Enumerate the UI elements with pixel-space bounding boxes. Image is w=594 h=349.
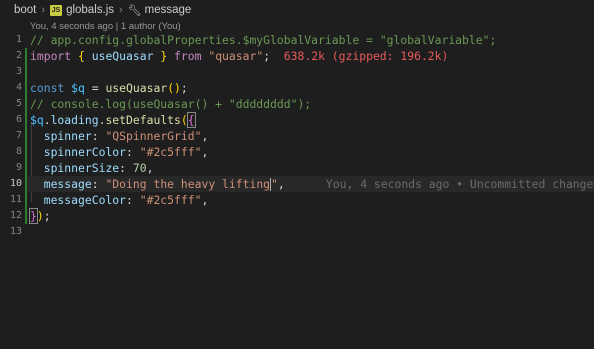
code-line[interactable]: 1 // app.config.globalProperties.$myGlob… (0, 32, 594, 48)
code-line[interactable]: 12 }); (0, 208, 594, 224)
identifier: useQuasar (91, 49, 154, 63)
string-value: "Doing the heavy lifting (105, 177, 271, 191)
modified-line-marker[interactable] (25, 208, 27, 224)
string-module: "quasar" (208, 49, 264, 63)
line-number: 7 (15, 130, 22, 141)
keyword-import: import (30, 49, 72, 63)
property-loading: loading (50, 113, 99, 127)
line-number: 8 (15, 146, 22, 157)
breadcrumb-file-globals[interactable]: globals.js (66, 4, 114, 16)
brace-open: { (78, 49, 85, 63)
string-value: "#2c5fff" (139, 193, 202, 207)
code-line-active[interactable]: 10 message: "Doing the heavy lifting", Y… (0, 176, 594, 192)
semicolon: ; (43, 209, 51, 223)
property-key: spinner (43, 129, 92, 143)
line-number: 11 (9, 194, 22, 205)
method-setdefaults: setDefaults (105, 113, 181, 127)
chevron-right-icon: › (119, 4, 123, 16)
breadcrumb-folder-boot[interactable]: boot (14, 4, 36, 16)
property-key: messageColor (43, 193, 127, 207)
modified-line-marker[interactable] (25, 176, 27, 192)
line-number: 10 (9, 178, 22, 189)
modified-line-marker[interactable] (25, 64, 27, 80)
line-number: 6 (15, 114, 22, 125)
object-q: $q (30, 113, 44, 127)
js-file-icon: JS (50, 4, 63, 16)
string-quote: " (271, 177, 278, 191)
string-value: "#2c5fff" (139, 145, 202, 159)
code-line[interactable]: 11 messageColor: "#2c5fff", (0, 192, 594, 208)
line-number: 2 (15, 50, 22, 61)
git-blame-annotation[interactable]: You, 4 seconds ago • Uncommitted changes (326, 177, 594, 191)
string-value: "QSpinnerGrid" (105, 129, 202, 143)
parens: () (167, 81, 181, 95)
code-line[interactable]: 3 (0, 64, 594, 80)
comment: // app.config.globalProperties.$myGlobal… (30, 33, 497, 47)
variable-q: $q (71, 81, 85, 95)
code-line[interactable]: 5 // console.log(useQuasar() + "dddddddd… (0, 96, 594, 112)
line-number: 9 (15, 162, 22, 173)
breadcrumb: boot › JS globals.js › 🔧︎ message (0, 0, 594, 20)
line-number: 4 (15, 82, 22, 93)
property-key: spinnerColor (43, 145, 127, 159)
number-value: 70 (132, 161, 147, 175)
property-key: message (43, 177, 92, 191)
code-line[interactable]: 6 $q.loading.setDefaults({ (0, 112, 594, 128)
comment: // console.log(useQuasar() + "dddddddd")… (30, 97, 312, 111)
operator: = (91, 81, 99, 95)
line-number: 13 (9, 226, 22, 237)
modified-line-marker[interactable] (25, 160, 27, 176)
modified-line-marker[interactable] (25, 112, 27, 128)
semicolon: ; (263, 49, 271, 63)
keyword-const: const (30, 81, 65, 95)
breadcrumb-symbol-message[interactable]: message (145, 4, 192, 16)
brace-close: } (160, 49, 168, 63)
paren-close: ) (36, 209, 44, 223)
line-number: 5 (15, 98, 22, 109)
chevron-right-icon: › (41, 4, 46, 16)
code-editor[interactable]: 1 // app.config.globalProperties.$myGlob… (0, 32, 594, 240)
code-line[interactable]: 8 spinnerColor: "#2c5fff", (0, 144, 594, 160)
brace-open-matched: { (186, 112, 196, 128)
code-line[interactable]: 9 spinnerSize: 70, (0, 160, 594, 176)
modified-line-marker[interactable] (25, 80, 27, 96)
keyword-from: from (174, 49, 202, 63)
property-key: spinnerSize (43, 161, 120, 175)
modified-line-marker[interactable] (25, 96, 27, 112)
modified-line-marker[interactable] (25, 144, 27, 160)
code-line[interactable]: 13 (0, 224, 594, 240)
code-line[interactable]: 7 spinner: "QSpinnerGrid", (0, 128, 594, 144)
line-number: 12 (9, 210, 22, 221)
code-line[interactable]: 4 const $q = useQuasar(); (0, 80, 594, 96)
modified-line-marker[interactable] (25, 192, 27, 208)
function-call: useQuasar (105, 81, 168, 95)
wrench-icon: 🔧︎ (127, 4, 142, 17)
line-number: 1 (15, 34, 22, 45)
modified-line-marker[interactable] (25, 128, 27, 144)
import-cost-annotation: 638.2k (gzipped: 196.2k) (283, 49, 449, 63)
semicolon: ; (180, 81, 188, 95)
modified-line-marker[interactable] (25, 48, 27, 64)
code-line[interactable]: 2 import { useQuasar } from "quasar"; 63… (0, 48, 594, 64)
line-number: 3 (15, 66, 22, 77)
